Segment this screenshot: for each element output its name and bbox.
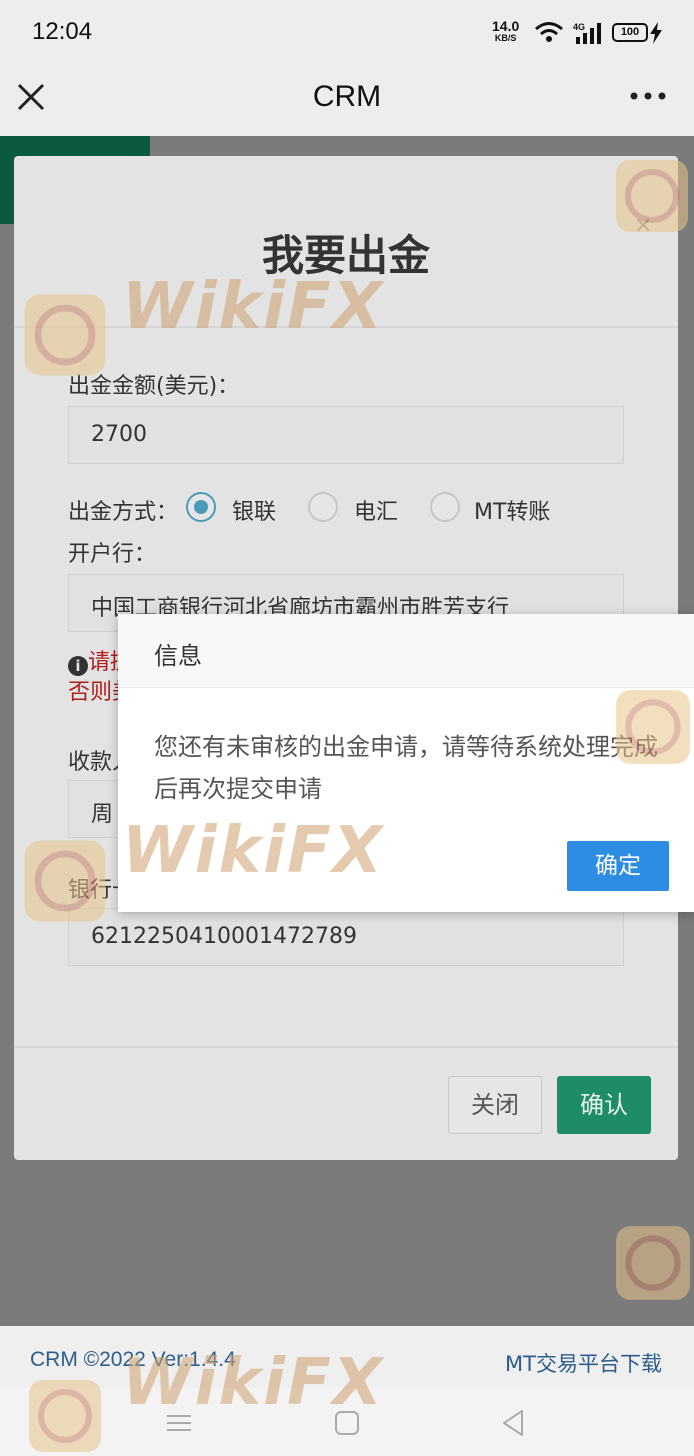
radio-mt-transfer[interactable] — [430, 492, 460, 522]
status-bar: 12:04 14.0 KB/S 4G 100 — [0, 0, 694, 62]
close-button[interactable]: 关闭 — [448, 1076, 542, 1134]
amount-field[interactable]: 2700 — [68, 406, 624, 464]
system-nav-bar — [0, 1388, 694, 1456]
network-speed: 14.0 KB/S — [492, 18, 520, 43]
card-number-field[interactable]: 6212250410001472789 — [68, 908, 624, 966]
divider — [14, 326, 678, 328]
more-icon[interactable] — [628, 84, 668, 108]
network-type: 4G — [573, 22, 585, 32]
dialog-title: 信息 — [154, 642, 202, 670]
radio-wire-label: 电汇 — [354, 500, 399, 525]
copyright-text: CRM ©2022 Ver:1.4.4 — [30, 1348, 236, 1371]
dialog-ok-button[interactable]: 确定 — [567, 841, 669, 891]
info-dialog: 信息 您还有未审核的出金申请，请等待系统处理完成后再次提交申请 确定 — [118, 614, 694, 912]
dialog-title-bar: 信息 — [118, 614, 694, 688]
page-title: CRM — [312, 80, 382, 113]
radio-unionpay-label: 银联 — [232, 500, 277, 525]
menu-icon[interactable] — [162, 1406, 196, 1440]
status-time: 12:04 — [32, 18, 93, 45]
radio-unionpay[interactable] — [186, 492, 216, 522]
divider — [14, 1046, 678, 1048]
confirm-button[interactable]: 确认 — [557, 1076, 651, 1134]
back-icon[interactable] — [496, 1406, 530, 1440]
method-label: 出金方式： — [68, 500, 179, 525]
radio-wire[interactable] — [308, 492, 338, 522]
radio-mt-transfer-label: MT转账 — [474, 500, 551, 525]
home-icon[interactable] — [330, 1406, 364, 1440]
info-icon: i — [68, 656, 88, 676]
bank-label: 开户行： — [68, 542, 157, 567]
withdraw-title: 我要出金 — [261, 231, 430, 280]
mt-download-link[interactable]: MT交易平台下载 — [505, 1348, 662, 1378]
page-footer: CRM ©2022 Ver:1.4.4 MT交易平台下载 — [0, 1326, 694, 1388]
battery-icon: 100 — [612, 23, 648, 42]
dialog-message: 您还有未审核的出金申请，请等待系统处理完成后再次提交申请 — [154, 733, 658, 803]
amount-label: 出金金额(美元)： — [68, 374, 240, 399]
app-header: CRM — [0, 62, 694, 136]
signal-icons: 4G — [535, 22, 601, 44]
wifi-icon — [535, 22, 563, 42]
charging-icon — [650, 22, 662, 44]
